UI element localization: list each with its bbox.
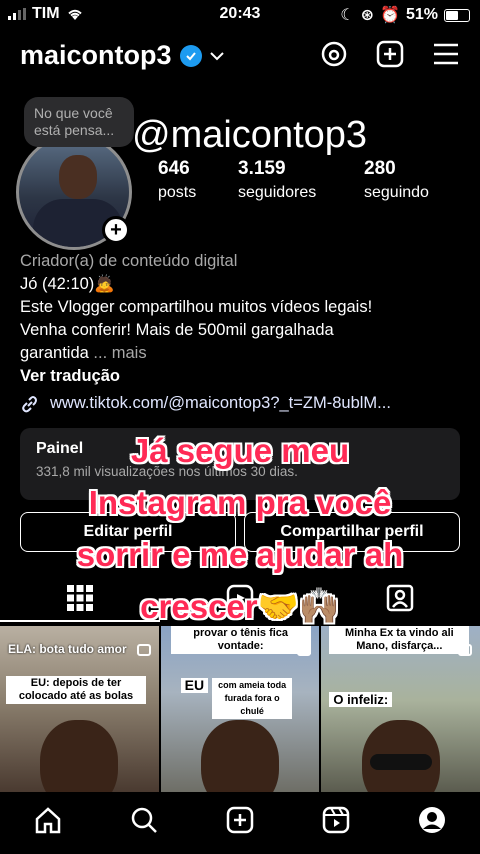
header-actions bbox=[320, 40, 460, 68]
chevron-down-icon bbox=[209, 51, 224, 60]
category-label: Criador(a) de conteúdo digital bbox=[20, 252, 238, 270]
link-text: www.tiktok.com/@maicontop3?_t=ZM-8ublM..… bbox=[50, 394, 391, 412]
stat-label: seguindo bbox=[364, 184, 429, 201]
profile-icon[interactable] bbox=[418, 806, 446, 834]
post-top-text: Minha Ex ta vindo ali Mano, disfarça... bbox=[329, 626, 470, 654]
face-image bbox=[201, 720, 279, 792]
post-top-text: ELA: bota tudo amor bbox=[8, 642, 127, 656]
caption-line: Já segue meu bbox=[130, 432, 350, 469]
stat-value: 280 bbox=[364, 158, 396, 179]
stat-label: seguidores bbox=[238, 184, 317, 201]
profile-stats: 646 posts 3.159 seguidores 280 seguindo bbox=[158, 158, 464, 202]
battery-percent: 51% bbox=[405, 6, 438, 23]
more-link[interactable]: ... mais bbox=[89, 344, 146, 362]
translate-link[interactable]: Ver tradução bbox=[20, 365, 460, 388]
profile-avatar[interactable]: + bbox=[16, 134, 132, 250]
reel-icon bbox=[297, 644, 312, 656]
post-tag-text: O infeliz: bbox=[329, 692, 393, 707]
profile-bio: Criador(a) de conteúdo digital Jó (42:10… bbox=[20, 250, 460, 415]
post-tag-text: EU: depois de ter colocado até as bolas bbox=[6, 676, 146, 704]
caption-line: sorrir e me ajudar ah bbox=[76, 536, 404, 573]
stat-followers[interactable]: 3.159 seguidores bbox=[238, 158, 364, 202]
stat-label: posts bbox=[158, 184, 197, 201]
bio-line: garantida bbox=[20, 344, 89, 362]
reel-icon bbox=[136, 644, 151, 656]
reels-nav-icon[interactable] bbox=[322, 806, 350, 834]
overlay-handle-text: @maicontop3 bbox=[132, 114, 368, 156]
post-tag-text: com ameia toda furada fora o chulé bbox=[212, 678, 293, 719]
bio-link[interactable]: www.tiktok.com/@maicontop3?_t=ZM-8ublM..… bbox=[20, 392, 460, 415]
post-thumbnail[interactable]: Minha Ex ta vindo ali Mano, disfarça... … bbox=[321, 626, 480, 792]
search-icon[interactable] bbox=[130, 806, 158, 834]
post-thumbnail[interactable]: ELA: bota tudo amor EU: depois de ter co… bbox=[0, 626, 159, 792]
alarm-icon: ⏰ bbox=[380, 7, 400, 24]
link-icon bbox=[22, 395, 37, 412]
battery-icon bbox=[444, 8, 470, 22]
status-bar: TIM 20:43 ☾ ⊛ ⏰ 51% bbox=[0, 0, 480, 28]
post-tag-bold: EU bbox=[180, 678, 209, 693]
post-top-text: provar o tênis fica vontade: bbox=[170, 626, 311, 654]
reel-icon bbox=[458, 644, 473, 656]
username: maicontop3 bbox=[20, 40, 172, 70]
note-bubble[interactable]: No que você está pensa... bbox=[24, 97, 134, 147]
add-post-icon[interactable] bbox=[226, 806, 254, 834]
bio-line: Venha conferir! Mais de 500mil gargalhad… bbox=[20, 321, 334, 339]
bio-line-last: garantida ... mais bbox=[20, 342, 460, 365]
post-thumbnail[interactable]: provar o tênis fica vontade: EU com amei… bbox=[160, 626, 320, 792]
bottom-navigation bbox=[0, 792, 480, 854]
face-image bbox=[40, 720, 119, 792]
sunglasses-image bbox=[369, 754, 432, 770]
plus-square-icon[interactable] bbox=[376, 40, 404, 68]
caption-line: Instagram pra você bbox=[88, 484, 392, 521]
rotation-lock-icon: ⊛ bbox=[360, 7, 375, 24]
moon-icon: ☾ bbox=[340, 7, 355, 24]
verified-badge-icon bbox=[179, 44, 202, 67]
video-caption-overlay: Já segue meu Instagram pra você sorrir e… bbox=[0, 425, 480, 633]
home-icon[interactable] bbox=[34, 806, 62, 834]
status-right: ☾ ⊛ ⏰ 51% bbox=[340, 5, 470, 25]
profile-header: maicontop3 bbox=[0, 38, 480, 82]
post-tag: EU com ameia toda furada fora o chulé bbox=[180, 678, 293, 719]
hamburger-menu-icon[interactable] bbox=[432, 42, 460, 66]
stat-value: 3.159 bbox=[238, 158, 286, 179]
stat-following[interactable]: 280 seguindo bbox=[364, 158, 464, 202]
stat-value: 646 bbox=[158, 158, 190, 179]
threads-icon[interactable] bbox=[320, 40, 348, 68]
stat-posts[interactable]: 646 posts bbox=[158, 158, 238, 202]
post-grid: ELA: bota tudo amor EU: depois de ter co… bbox=[0, 626, 480, 792]
add-story-icon[interactable]: + bbox=[102, 216, 130, 244]
account-switcher[interactable]: maicontop3 bbox=[20, 40, 224, 71]
bio-line: Este Vlogger compartilhou muitos vídeos … bbox=[20, 298, 373, 316]
bio-line: Jó (42:10)🙇 bbox=[20, 275, 115, 293]
